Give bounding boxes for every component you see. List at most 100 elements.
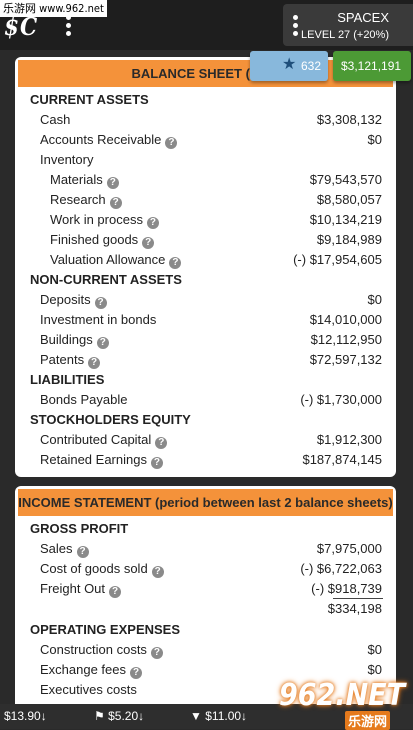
row-label-text: Deposits [40,292,91,307]
money-value: $3,121,191 [341,59,402,73]
row-label-text: Materials [50,172,103,187]
gross-profit-subtotal: $334,198 [327,601,382,616]
statement-row: Inventory [15,150,396,170]
help-icon[interactable]: ? [109,586,122,598]
row-label: Buildings? [40,330,109,350]
balance-sheet-panel: BALANCE SHEET (at 03 CURRENT ASSETS Cash $… [15,57,396,477]
row-label-text: Exchange fees [40,662,127,677]
row-amount: (-) $17,954,605 [293,252,382,267]
row-label: Bonds Payable [40,390,127,410]
row-label: GROSS PROFIT [30,519,128,539]
row-label: Retained Earnings? [40,450,163,470]
row-label-text: Investment in bonds [40,312,157,327]
row-label-text: GROSS PROFIT [30,521,129,536]
row-amount: $8,580,057 [316,192,382,207]
company-menu-icon[interactable] [293,15,299,39]
row-label: NON-CURRENT ASSETS [30,270,182,290]
row-amount: (-) $6,722,063 [300,561,382,576]
row-label: Research? [50,190,122,210]
down-arrow-icon: ↓ [40,709,47,723]
statement-row: Exchange fees? $0 [15,660,396,680]
row-label-text: NON-CURRENT ASSETS [30,272,182,287]
statement-row: Accounts Receivable? $0 [15,130,396,150]
section-heading: LIABILITIES [15,370,396,390]
help-icon[interactable]: ? [151,566,164,578]
shirt-icon: ▼ [190,709,202,723]
cart-icon: ⚑ [94,709,105,723]
help-icon[interactable]: ? [76,546,89,558]
stars-value: 632 [301,59,322,73]
row-amount: $10,134,219 [309,212,382,227]
row-label-text: Patents [40,352,85,367]
statement-row: Construction costs? $0 [15,640,396,660]
income-statement-title: INCOME STATEMENT (period between last 2 … [18,489,393,516]
row-amount: $0 [367,642,382,657]
section-heading: STOCKHOLDERS EQUITY [15,410,396,430]
watermark-brand: 962.NET [279,678,406,713]
row-label: CURRENT ASSETS [30,90,149,110]
watermark-sub: 乐游网 [345,711,391,730]
help-icon[interactable]: ? [165,137,178,149]
statement-row: Cost of goods sold? (-) $6,722,063 [15,559,396,579]
price-item[interactable]: ▼ $11.00↓ [190,709,247,723]
help-icon[interactable]: ? [142,237,155,249]
price-item[interactable]: $13.90↓ [4,709,47,723]
row-label: Patents? [40,350,101,370]
statement-row: Retained Earnings? $187,874,145 [15,450,396,470]
row-label: Freight Out? [40,579,122,599]
row-label: OPERATING EXPENSES [30,620,180,640]
row-label-text: Sales [40,541,73,556]
statement-row: Sales? $7,975,000 [15,539,396,559]
row-label: LIABILITIES [30,370,104,390]
menu-icon[interactable] [66,15,72,39]
row-label-text: CURRENT ASSETS [30,92,149,107]
help-icon[interactable]: ? [169,257,182,269]
company-name: SPACEX [337,10,389,25]
row-label: Valuation Allowance? [50,250,182,270]
help-icon[interactable]: ? [109,197,122,209]
statement-row: Buildings? $12,112,950 [15,330,396,350]
row-label-text: Research [50,192,106,207]
help-icon[interactable]: ? [150,647,163,659]
row-label-text: Cash [40,112,71,127]
statement-row: Contributed Capital? $1,912,300 [15,430,396,450]
price-item[interactable]: ⚑ $5.20↓ [94,709,144,723]
statement-row: Materials? $79,543,570 [15,170,396,190]
row-label-text: Retained Earnings [40,452,147,467]
row-label-text: Cost of goods sold [40,561,148,576]
help-icon[interactable]: ? [155,437,168,449]
star-icon: ★ [282,56,297,73]
row-label-text: Freight Out [40,581,106,596]
row-label: Exchange fees? [40,660,143,680]
help-icon[interactable]: ? [130,667,143,679]
stars-counter[interactable]: ★ 632 [250,51,328,81]
row-label: Inventory [40,150,93,170]
row-label-text: Executives costs [40,682,137,697]
row-label-text: Accounts Receivable [40,132,162,147]
help-icon[interactable]: ? [96,337,109,349]
row-amount: $3,308,132 [316,112,382,127]
row-label-text: Buildings [40,332,93,347]
row-label: Sales? [40,539,89,559]
row-amount: $187,874,145 [302,452,382,467]
row-label-text: Valuation Allowance [50,252,166,267]
help-icon[interactable]: ? [150,457,163,469]
row-label: Investment in bonds [40,310,156,330]
money-counter[interactable]: $3,121,191 [333,51,411,81]
row-amount: $1,912,300 [316,432,382,447]
row-label-text: Bonds Payable [40,392,128,407]
row-label: Cost of goods sold? [40,559,164,579]
statement-row: Bonds Payable (-) $1,730,000 [15,390,396,410]
section-heading: NON-CURRENT ASSETS [15,270,396,290]
help-icon[interactable]: ? [106,177,119,189]
company-level: LEVEL 27 (+20%) [301,29,389,41]
company-badge[interactable]: SPACEX LEVEL 27 (+20%) [283,4,413,46]
help-icon[interactable]: ? [94,297,107,309]
row-amount: $0 [367,292,382,307]
help-icon[interactable]: ? [88,357,101,369]
section-heading: CURRENT ASSETS [15,90,396,110]
row-label: Finished goods? [50,230,155,250]
help-icon[interactable]: ? [146,217,159,229]
section-heading: GROSS PROFIT [15,519,396,539]
row-label-text: Contributed Capital [40,432,152,447]
